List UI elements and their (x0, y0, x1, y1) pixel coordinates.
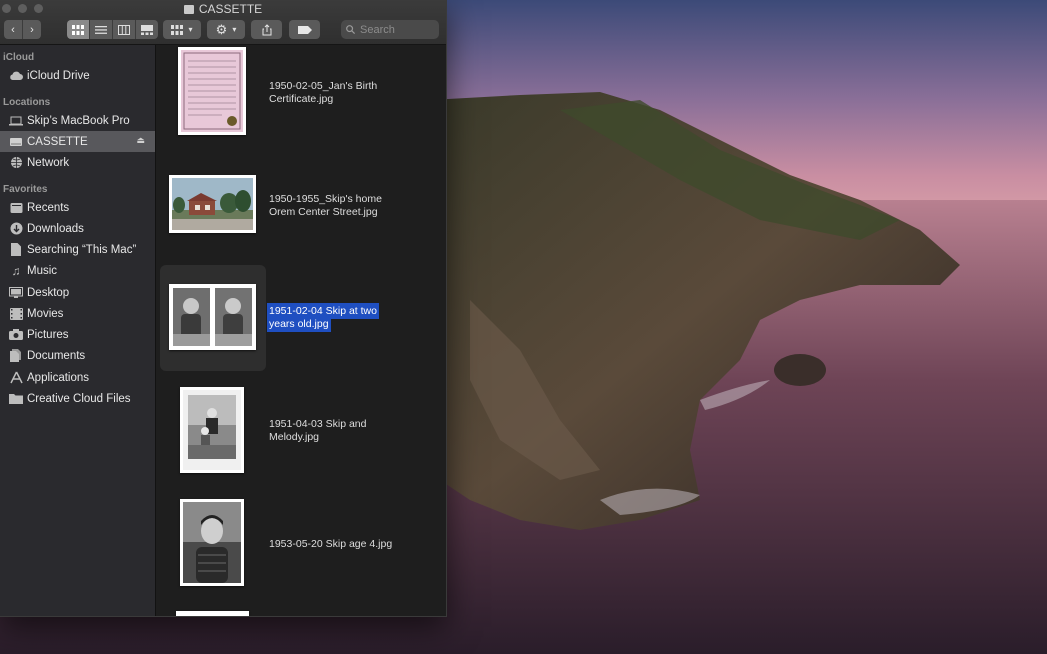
sidebar-item-label: Recents (27, 201, 70, 214)
search-field[interactable] (341, 20, 439, 39)
share-button[interactable] (251, 20, 282, 39)
sidebar-item-movies[interactable]: Movies (0, 303, 155, 324)
sidebar-item-documents[interactable]: Documents (0, 345, 155, 366)
group-icon (171, 24, 184, 35)
sidebar-item-creative-cloud-files[interactable]: Creative Cloud Files (0, 388, 155, 409)
navigation-buttons: ‹ › (4, 20, 41, 39)
sidebar-item-network[interactable]: Network (0, 152, 155, 173)
file-name-line: years old.jpg (269, 318, 329, 330)
sidebar-item-recents[interactable]: Recents (0, 197, 155, 218)
list-item[interactable]: 1951-04-03 Skip and Melody.jpg (156, 385, 446, 475)
documents-icon (9, 349, 23, 363)
sidebar: iCloud iCloud Drive Locations Skip’s Mac… (0, 45, 156, 616)
window-title: CASSETTE (0, 2, 446, 16)
share-icon (262, 23, 271, 35)
recents-icon (9, 201, 23, 215)
sidebar-item-label: iCloud Drive (27, 69, 90, 82)
file-thumbnail[interactable] (178, 47, 246, 135)
sidebar-section-locations: Locations (3, 97, 51, 108)
file-name[interactable]: 1950-1955_Skip's home Orem Center Street… (269, 193, 409, 219)
tags-button[interactable] (289, 20, 320, 39)
sidebar-item-downloads[interactable]: Downloads (0, 218, 155, 239)
column-view-icon[interactable] (113, 20, 136, 39)
drive-icon (183, 5, 194, 14)
sidebar-section-icloud: iCloud (3, 52, 35, 63)
file-list: 1950-02-05_Jan's Birth Certificate.jpg 1… (156, 45, 446, 616)
file-thumbnail[interactable] (176, 611, 249, 616)
drive-icon (9, 135, 23, 149)
file-name-line: 1953-05-20 Skip age 4.jpg (269, 538, 393, 550)
view-mode-selector (67, 20, 158, 39)
music-icon: ♫ (11, 263, 21, 278)
sidebar-item-applications[interactable]: Applications (0, 367, 155, 388)
globe-icon (9, 156, 23, 170)
folder-icon (9, 392, 23, 406)
sidebar-item-cassette[interactable]: CASSETTE ⏏ (0, 131, 155, 152)
list-view-icon[interactable] (90, 20, 113, 39)
file-name-line: Melody.jpg (269, 431, 319, 443)
file-name-line: Certificate.jpg (269, 93, 334, 105)
sidebar-section-favorites: Favorites (3, 184, 48, 195)
sidebar-item-music[interactable]: ♫ Music (0, 260, 155, 281)
sidebar-item-icloud-drive[interactable]: iCloud Drive (0, 65, 155, 86)
file-thumbnail[interactable] (180, 387, 244, 473)
file-thumbnail[interactable] (180, 499, 244, 586)
window-title-text: CASSETTE (198, 2, 263, 16)
file-name-line: 1950-02-05_Jan's Birth (269, 80, 378, 92)
tag-icon (297, 25, 312, 34)
laptop-icon (9, 114, 23, 128)
search-icon (346, 25, 355, 34)
desktop-icon (9, 286, 23, 300)
file-name-line: 1951-04-03 Skip and (269, 418, 367, 430)
sidebar-item-desktop[interactable]: Desktop (0, 282, 155, 303)
file-name[interactable]: 1951-02-04 Skip at two years old.jpg (269, 305, 409, 331)
search-input[interactable] (358, 22, 432, 37)
sidebar-item-label: Documents (27, 349, 86, 362)
file-thumbnail[interactable] (169, 284, 256, 350)
sidebar-item-label: Downloads (27, 222, 84, 235)
camera-icon (9, 328, 23, 342)
file-name-line: 1950-1955_Skip's home (269, 193, 382, 205)
sidebar-item-label: Searching “This Mac” (27, 243, 137, 256)
sidebar-item-pictures[interactable]: Pictures (0, 324, 155, 345)
chevron-down-icon: ▾ (188, 25, 193, 34)
gallery-view-icon[interactable] (136, 20, 158, 39)
list-item[interactable]: 1953-05-20 Skip age 4.jpg (156, 497, 446, 589)
icon-view-icon[interactable] (67, 20, 90, 39)
list-item-selected[interactable]: 1951-02-04 Skip at two years old.jpg (156, 265, 446, 371)
file-thumbnail[interactable] (169, 175, 256, 233)
action-menu-button[interactable]: ⚙ ▾ (207, 20, 245, 39)
list-item[interactable]: 1950-1955_Skip's home Orem Center Street… (156, 165, 446, 245)
film-icon (9, 307, 23, 321)
chevron-down-icon: ▾ (232, 25, 237, 34)
sidebar-item-label: Pictures (27, 328, 69, 341)
sidebar-item-macbook-pro[interactable]: Skip’s MacBook Pro (0, 110, 155, 131)
finder-window: CASSETTE ‹ › ▾ ⚙ ▾ Search iCloud iCloud … (0, 0, 447, 617)
sidebar-item-label: Creative Cloud Files (27, 392, 131, 405)
chevron-left-icon[interactable]: ‹ (4, 20, 23, 39)
sidebar-item-label: CASSETTE (27, 135, 88, 148)
chevron-right-icon[interactable]: › (23, 20, 41, 39)
list-item[interactable]: 1950-02-05_Jan's Birth Certificate.jpg (156, 45, 446, 145)
sidebar-item-label: Applications (27, 371, 90, 384)
group-by-button[interactable]: ▾ (163, 20, 201, 39)
sidebar-item-label: Desktop (27, 286, 70, 299)
sidebar-item-label: Skip’s MacBook Pro (27, 114, 130, 127)
file-name-line: Orem Center Street.jpg (269, 206, 378, 218)
file-name[interactable]: 1953-05-20 Skip age 4.jpg (269, 538, 419, 551)
sidebar-item-label: Music (27, 264, 58, 277)
applications-icon (9, 371, 23, 385)
file-name[interactable]: 1951-04-03 Skip and Melody.jpg (269, 418, 409, 444)
eject-icon[interactable]: ⏏ (136, 135, 145, 146)
download-icon (9, 222, 23, 236)
sidebar-item-label: Movies (27, 307, 64, 320)
file-name-line: 1951-02-04 Skip at two (269, 305, 377, 317)
cloud-icon (9, 69, 23, 83)
title-bar[interactable]: CASSETTE ‹ › ▾ ⚙ ▾ (0, 0, 446, 45)
file-name[interactable]: 1950-02-05_Jan's Birth Certificate.jpg (269, 80, 409, 106)
sidebar-item-label: Network (27, 156, 70, 169)
gear-icon: ⚙ (215, 21, 228, 37)
sidebar-item-searching-this-mac[interactable]: Searching “This Mac” (0, 239, 155, 260)
document-icon (9, 243, 23, 257)
